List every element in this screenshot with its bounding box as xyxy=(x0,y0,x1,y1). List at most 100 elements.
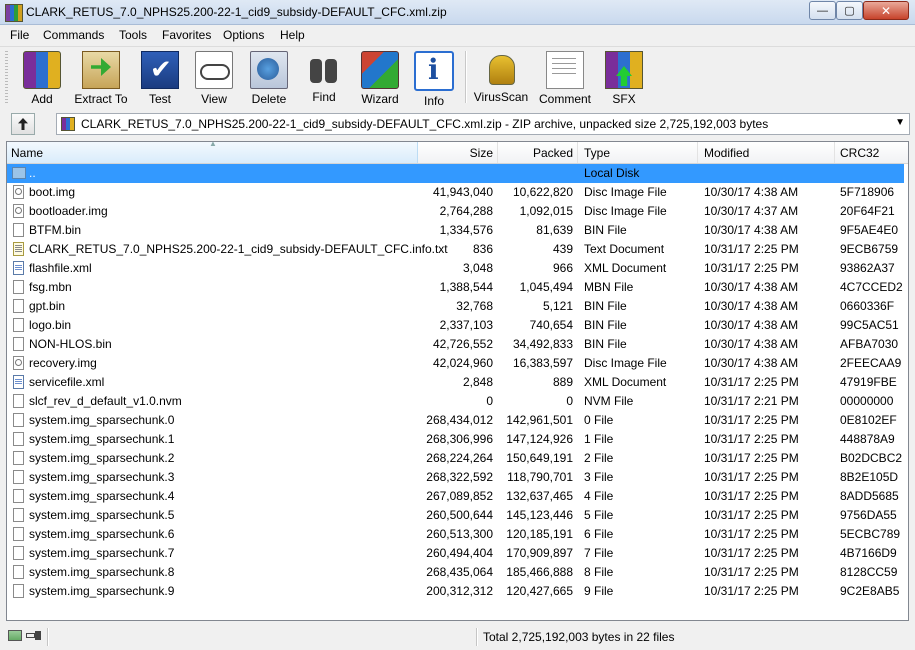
sfx-label: SFX xyxy=(612,92,636,106)
file-size: 200,312,312 xyxy=(426,584,493,598)
table-row[interactable]: .. Local Disk xyxy=(7,164,908,183)
test-button[interactable]: Test xyxy=(132,50,188,106)
file-modified xyxy=(704,164,834,183)
add-button[interactable]: Add xyxy=(14,50,70,106)
table-row[interactable]: recovery.img 42,024,960 16,383,597 Disc Ima… xyxy=(7,354,908,373)
menu-options[interactable]: Options xyxy=(223,28,264,42)
sfx-archive-icon xyxy=(605,51,643,89)
table-row[interactable]: system.img_sparsechunk.1 268,306,996 147,1… xyxy=(7,430,908,449)
table-row[interactable]: fsg.mbn 1,388,544 1,045,494 MBN File 10/30/1… xyxy=(7,278,908,297)
file-crc32: 8128CC59 xyxy=(840,565,898,579)
file-crc32: 4B7166D9 xyxy=(840,546,897,560)
file-packed-size: 34,492,833 xyxy=(512,337,573,351)
file-size: 268,306,996 xyxy=(426,432,493,446)
table-row[interactable]: system.img_sparsechunk.9 200,312,312 120,4… xyxy=(7,582,908,601)
column-header-size[interactable]: Size xyxy=(418,142,498,163)
delete-button[interactable]: Delete xyxy=(241,50,297,106)
table-row[interactable]: system.img_sparsechunk.0 268,434,012 142,9… xyxy=(7,411,908,430)
file-packed-size: 145,123,446 xyxy=(506,508,573,522)
test-check-icon xyxy=(141,51,179,89)
column-header-crc32[interactable]: CRC32 xyxy=(835,142,908,163)
menu-help[interactable]: Help xyxy=(280,28,305,42)
archive-path-dropdown[interactable]: CLARK_RETUS_7.0_NPHS25.200-22-1_cid9_sub… xyxy=(56,113,910,135)
column-header-packed[interactable]: Packed xyxy=(498,142,578,163)
file-name: bootloader.img xyxy=(29,204,108,218)
file-type: 2 File xyxy=(584,451,614,465)
file-type: XML Document xyxy=(584,375,667,389)
file-modified: 10/30/17 4:38 AM xyxy=(704,223,799,237)
virusscan-button[interactable]: VirusScan xyxy=(473,50,529,106)
table-row[interactable]: boot.img 41,943,040 10,622,820 Disc Image F… xyxy=(7,183,908,202)
file-size: 268,434,012 xyxy=(426,413,493,427)
table-row[interactable]: bootloader.img 2,764,288 1,092,015 Disc Ima… xyxy=(7,202,908,221)
table-row[interactable]: NON-HLOS.bin 42,726,552 34,492,833 BIN File… xyxy=(7,335,908,354)
file-crc32: 47919FBE xyxy=(840,375,897,389)
file-crc32: 0660336F xyxy=(840,299,895,313)
winrar-app-icon[interactable] xyxy=(5,4,23,22)
file-type: Text Document xyxy=(584,242,665,256)
info-label: Info xyxy=(423,94,444,108)
column-header-row: Name ▲ Size Packed Type Modified CRC32 xyxy=(7,142,908,164)
table-row[interactable]: flashfile.xml 3,048 966 XML Document 10/31/1… xyxy=(7,259,908,278)
file-packed-size: 1,092,015 xyxy=(519,204,573,218)
table-row[interactable]: system.img_sparsechunk.6 260,513,300 120,1… xyxy=(7,525,908,544)
wizard-icon xyxy=(361,51,399,89)
close-button[interactable]: ✕ xyxy=(863,1,909,20)
table-row[interactable]: CLARK_RETUS_7.0_NPHS25.200-22-1_cid9_sub… xyxy=(7,240,908,259)
up-one-level-button[interactable] xyxy=(11,113,35,135)
column-header-type[interactable]: Type xyxy=(578,142,698,163)
minimize-button[interactable]: — xyxy=(809,1,836,20)
file-packed-size: 740,654 xyxy=(529,318,573,332)
sfx-button[interactable]: SFX xyxy=(596,50,652,106)
file-size: 1,334,576 xyxy=(439,223,493,237)
table-row[interactable]: system.img_sparsechunk.4 267,089,852 132,6… xyxy=(7,487,908,506)
file-icon xyxy=(13,565,24,579)
menu-file[interactable]: File xyxy=(10,28,29,42)
file-packed-size: 5,121 xyxy=(542,299,573,313)
file-crc32: AFBA7030 xyxy=(840,337,899,351)
status-total-text: Total 2,725,192,003 bytes in 22 files xyxy=(483,630,675,644)
table-row[interactable]: gpt.bin 32,768 5,121 BIN File 10/30/17 4:38 … xyxy=(7,297,908,316)
file-type: 0 File xyxy=(584,413,614,427)
file-crc32: 9C2E8AB5 xyxy=(840,584,900,598)
toolbar-grip[interactable] xyxy=(5,51,8,103)
key-icon[interactable] xyxy=(26,630,42,641)
wizard-button[interactable]: Wizard xyxy=(352,50,408,106)
file-modified: 10/30/17 4:38 AM xyxy=(704,337,799,351)
column-header-modified[interactable]: Modified xyxy=(698,142,835,163)
view-button[interactable]: View xyxy=(186,50,242,106)
extract-folder-icon xyxy=(82,51,120,89)
table-row[interactable]: system.img_sparsechunk.8 268,435,064 185,4… xyxy=(7,563,908,582)
menu-commands[interactable]: Commands xyxy=(43,28,104,42)
chevron-down-icon[interactable]: ▼ xyxy=(895,117,905,128)
delete-recycle-icon xyxy=(250,51,288,89)
table-row[interactable]: system.img_sparsechunk.5 260,500,644 145,1… xyxy=(7,506,908,525)
table-row[interactable]: system.img_sparsechunk.2 268,224,264 150,6… xyxy=(7,449,908,468)
file-size: 32,768 xyxy=(456,299,493,313)
info-button[interactable]: Info xyxy=(406,50,462,108)
extract-to-button[interactable]: Extract To xyxy=(73,50,129,106)
maximize-button[interactable]: ▢ xyxy=(836,1,863,20)
find-label: Find xyxy=(312,90,336,104)
find-button[interactable]: Find xyxy=(296,50,352,106)
table-row[interactable]: slcf_rev_d_default_v1.0.nvm 0 0 NVM File 10/… xyxy=(7,392,908,411)
column-header-name[interactable]: Name ▲ xyxy=(7,142,418,163)
menu-favorites[interactable]: Favorites xyxy=(162,28,211,42)
table-row[interactable]: system.img_sparsechunk.3 268,322,592 118,7… xyxy=(7,468,908,487)
file-size xyxy=(417,164,493,183)
file-packed-size: 81,639 xyxy=(536,223,573,237)
archive-path-text: CLARK_RETUS_7.0_NPHS25.200-22-1_cid9_sub… xyxy=(81,117,769,131)
drive-icon[interactable] xyxy=(8,630,22,641)
menu-tools[interactable]: Tools xyxy=(119,28,147,42)
file-name: .. xyxy=(7,164,417,183)
table-row[interactable]: BTFM.bin 1,334,576 81,639 BIN File 10/30/17 … xyxy=(7,221,908,240)
file-packed-size: 147,124,926 xyxy=(506,432,573,446)
table-row[interactable]: system.img_sparsechunk.7 260,494,404 170,9… xyxy=(7,544,908,563)
file-name: NON-HLOS.bin xyxy=(29,337,112,351)
file-type: BIN File xyxy=(584,318,627,332)
comment-button[interactable]: Comment xyxy=(537,50,593,106)
file-type: BIN File xyxy=(584,299,627,313)
table-row[interactable]: logo.bin 2,337,103 740,654 BIN File 10/30/17… xyxy=(7,316,908,335)
file-list[interactable]: Name ▲ Size Packed Type Modified CRC32 .… xyxy=(6,141,909,621)
table-row[interactable]: servicefile.xml 2,848 889 XML Document 10/31… xyxy=(7,373,908,392)
